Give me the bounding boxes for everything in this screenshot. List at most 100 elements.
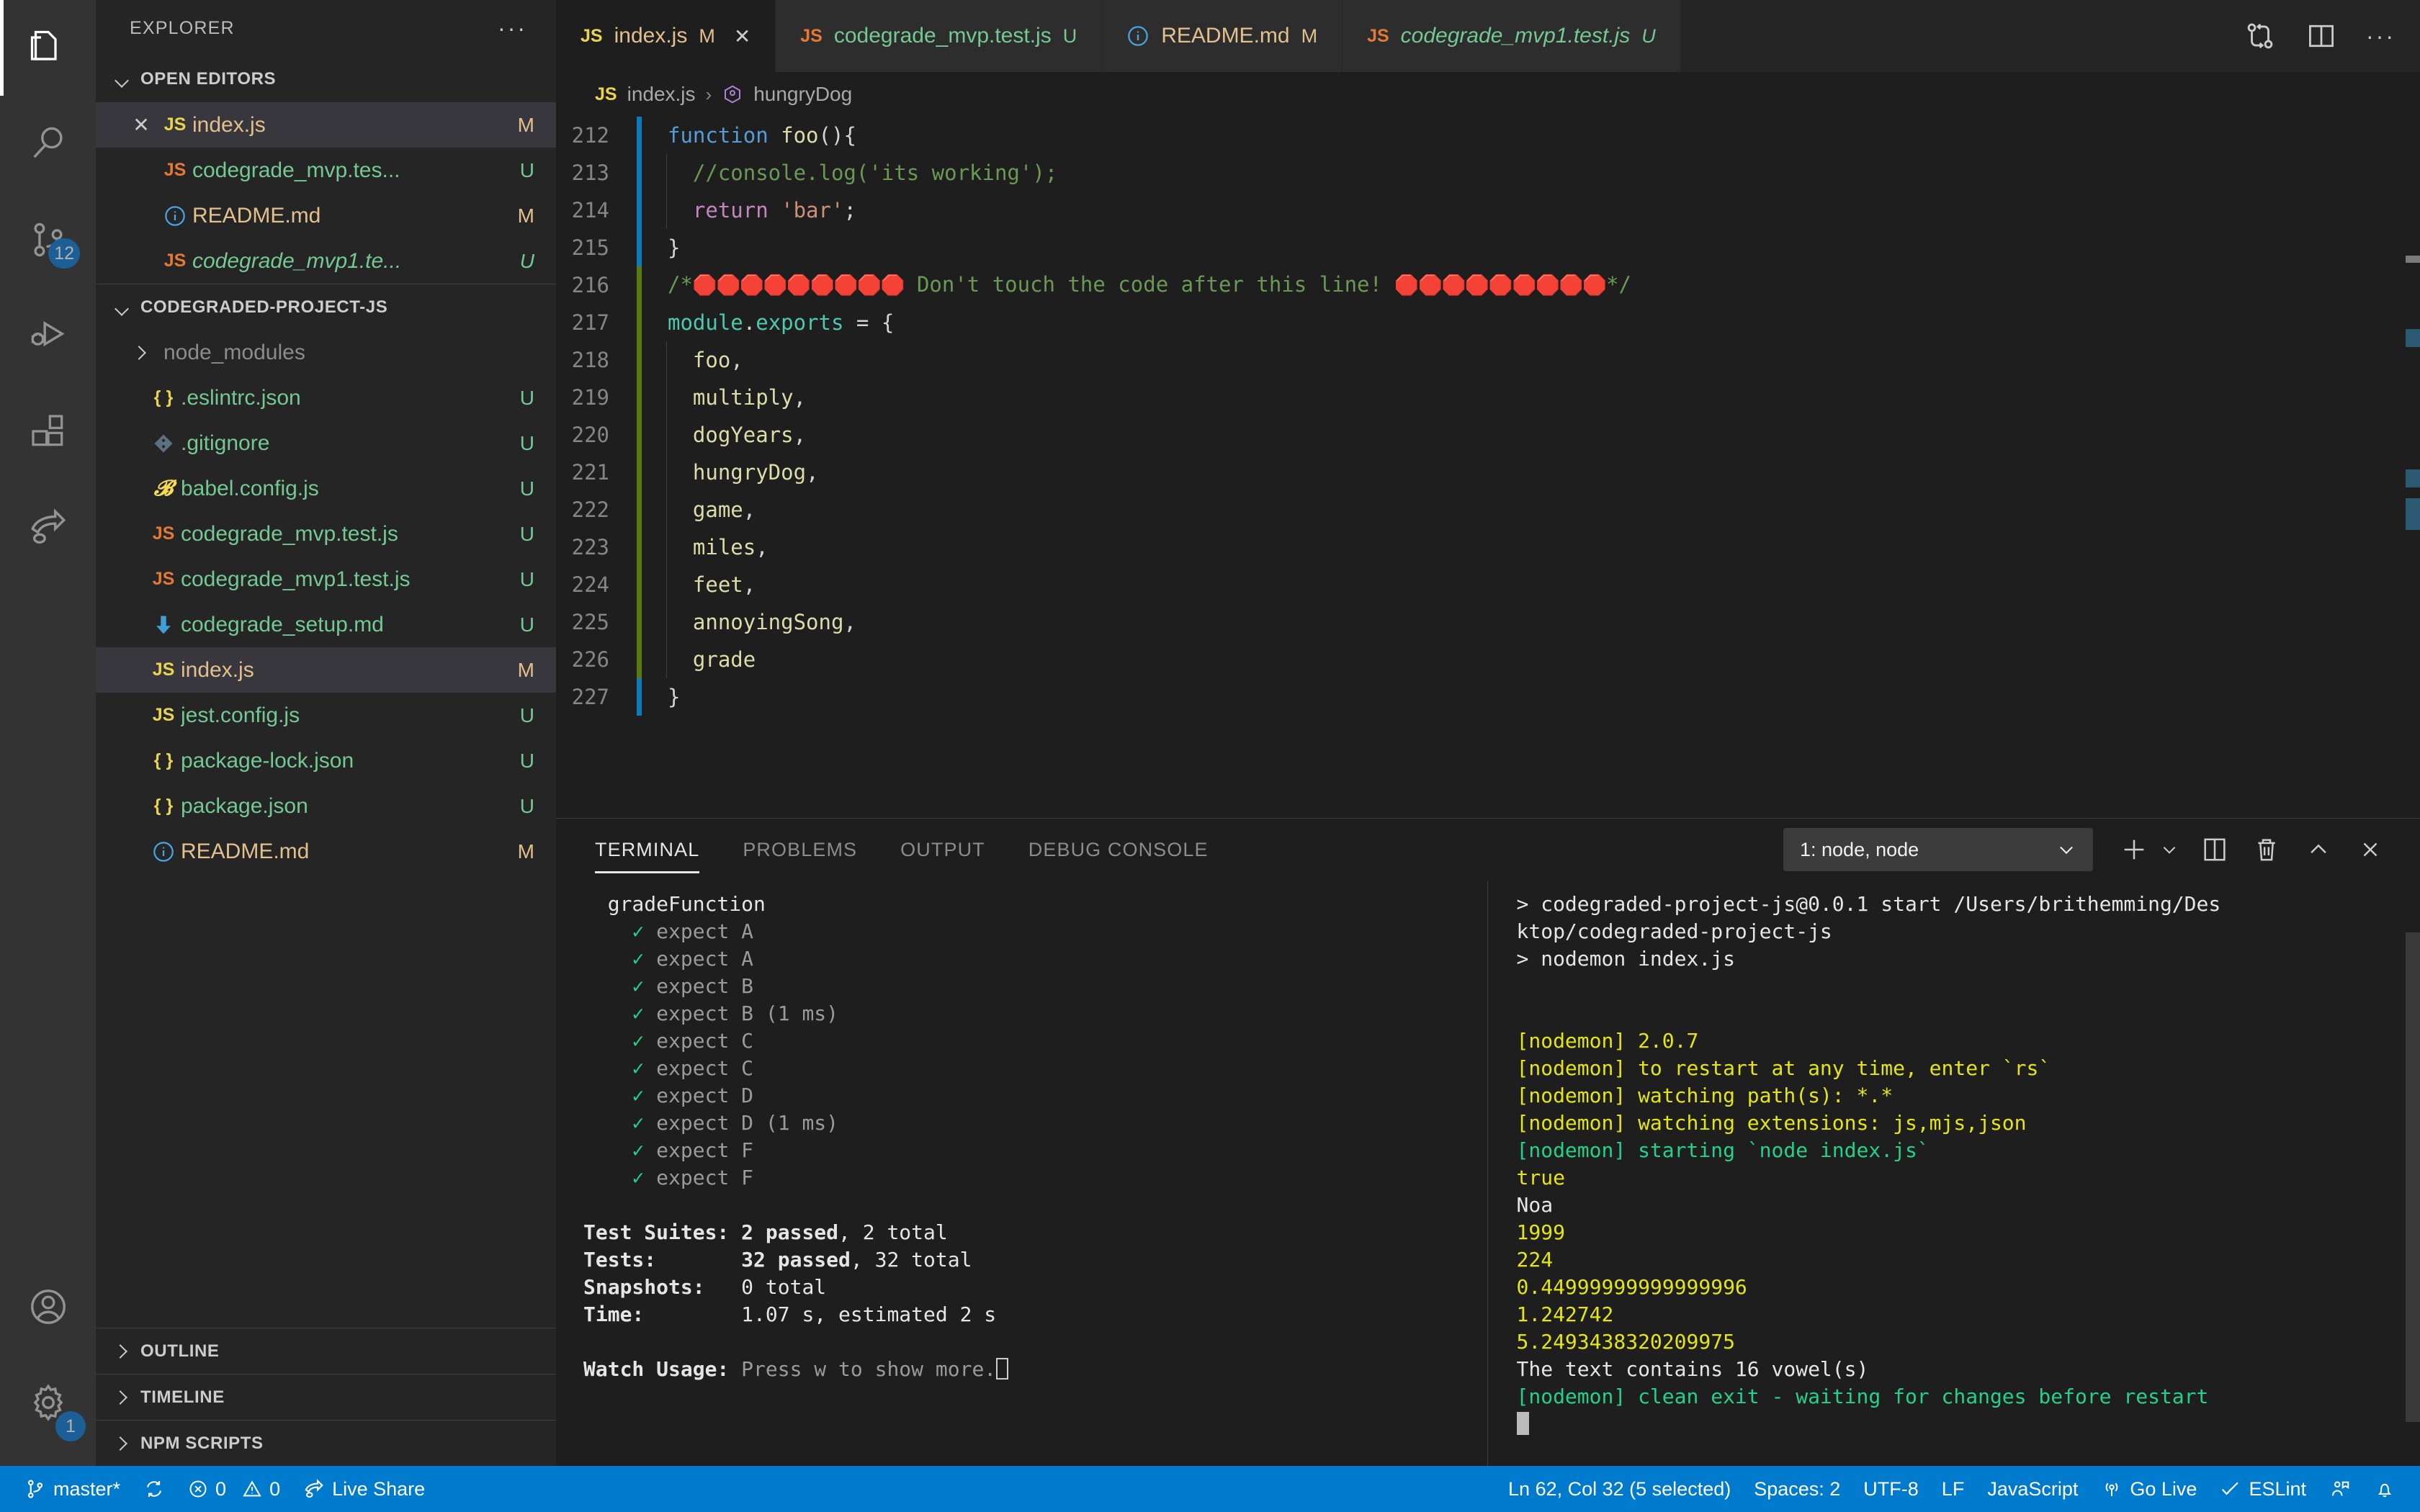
terminal-text: [nodemon] watching extensions: js,mjs,js… — [1517, 1111, 2027, 1135]
more-actions-icon[interactable]: ··· — [2366, 29, 2396, 43]
code-token: return — [693, 198, 781, 222]
section-npm-scripts[interactable]: NPM SCRIPTS — [96, 1420, 556, 1466]
code-line[interactable]: 226 grade — [556, 641, 2406, 678]
new-terminal-icon[interactable] — [2113, 829, 2155, 870]
terminal-text: expect B (1 ms) — [644, 1002, 838, 1025]
panel-tab-terminal[interactable]: TERMINAL — [595, 819, 699, 881]
status-notifications[interactable] — [2362, 1466, 2407, 1512]
status-branch[interactable]: master* — [13, 1466, 132, 1512]
tab-codegrade-mvp-test-js[interactable]: JS codegrade_mvp.test.js U — [776, 0, 1102, 72]
maximize-panel-icon[interactable] — [2298, 829, 2339, 870]
code-line[interactable]: 221 hungryDog, — [556, 454, 2406, 491]
ellipsis-icon[interactable]: ··· — [498, 21, 527, 35]
close-icon[interactable]: ✕ — [125, 113, 158, 137]
split-compare-icon[interactable] — [2244, 19, 2277, 53]
code-line[interactable]: 219 multiply, — [556, 379, 2406, 416]
terminal-text: gradeFunction — [583, 892, 766, 916]
code-line[interactable]: 215} — [556, 229, 2406, 266]
activity-explorer[interactable] — [0, 0, 96, 96]
code-line[interactable]: 220 dogYears, — [556, 416, 2406, 454]
terminal-line: ✓ expect C — [583, 1055, 1487, 1082]
panel-tab-debug-console[interactable]: DEBUG CONSOLE — [1028, 819, 1209, 881]
tree-row[interactable]: node_modules — [96, 330, 556, 375]
tree-row[interactable]: JS index.js M — [96, 647, 556, 693]
tree-row[interactable]: JS codegrade_mvp1.test.js U — [96, 557, 556, 602]
code-line[interactable]: 224 feet, — [556, 566, 2406, 603]
section-open-editors[interactable]: OPEN EDITORS — [96, 56, 556, 102]
close-panel-icon[interactable] — [2349, 829, 2391, 870]
activity-source-control[interactable]: 12 — [0, 192, 96, 287]
terminal-text: 2 passed — [741, 1220, 838, 1244]
terminal-text — [583, 1029, 632, 1053]
tree-row[interactable]: { } .eslintrc.json U — [96, 375, 556, 420]
tree-row[interactable]: { } package.json U — [96, 783, 556, 829]
activity-search[interactable] — [0, 96, 96, 192]
tree-row[interactable]: { } package-lock.json U — [96, 738, 556, 783]
open-editor-item[interactable]: README.md M — [96, 193, 556, 238]
close-icon[interactable]: ✕ — [734, 24, 750, 48]
code-line[interactable]: 223 miles, — [556, 528, 2406, 566]
status-indentation[interactable]: Spaces: 2 — [1742, 1466, 1852, 1512]
status-encoding[interactable]: UTF-8 — [1852, 1466, 1930, 1512]
panel-tab-output[interactable]: OUTPUT — [900, 819, 985, 881]
status-live-share[interactable]: Live Share — [292, 1466, 436, 1512]
status-sync[interactable] — [132, 1466, 176, 1512]
kill-terminal-icon[interactable] — [2246, 829, 2287, 870]
status-eol[interactable]: LF — [1930, 1466, 1976, 1512]
status-go-live[interactable]: Go Live — [2089, 1466, 2208, 1512]
status-cursor-position[interactable]: Ln 62, Col 32 (5 selected) — [1497, 1466, 1742, 1512]
terminal-line: gradeFunction — [583, 891, 1487, 918]
status-feedback[interactable] — [2318, 1466, 2362, 1512]
terminal-scrollbar-thumb[interactable] — [2406, 932, 2420, 1422]
open-editor-item[interactable]: JS codegrade_mvp.tes... U — [96, 148, 556, 193]
panel-tab-problems[interactable]: PROBLEMS — [743, 819, 857, 881]
activity-manage[interactable]: 1 — [0, 1354, 96, 1450]
code-line[interactable]: 212function foo(){ — [556, 117, 2406, 154]
status-problems[interactable]: 0 0 — [176, 1466, 292, 1512]
tab-index-js[interactable]: JS index.js M ✕ — [556, 0, 776, 72]
code-line[interactable]: 213 //console.log('its working'); — [556, 154, 2406, 192]
breadcrumb-symbol[interactable]: hungryDog — [753, 83, 852, 106]
code-line[interactable]: 217module.exports = { — [556, 304, 2406, 341]
tree-row[interactable]: .gitignore U — [96, 420, 556, 466]
code-line[interactable]: 227} — [556, 678, 2406, 716]
tree-row[interactable]: JS codegrade_mvp.test.js U — [96, 511, 556, 557]
section-timeline[interactable]: TIMELINE — [96, 1374, 556, 1420]
editor-overview-ruler[interactable] — [2406, 117, 2420, 818]
code-line[interactable]: 222 game, — [556, 491, 2406, 528]
tree-row[interactable]: README.md M — [96, 829, 556, 874]
code-editor[interactable]: 212function foo(){213 //console.log('its… — [556, 117, 2420, 818]
status-language-mode[interactable]: JavaScript — [1976, 1466, 2089, 1512]
open-editor-item[interactable]: JS codegrade_mvp1.te... U — [96, 238, 556, 284]
activity-run-debug[interactable] — [0, 287, 96, 383]
terminal-right[interactable]: > codegraded-project-js@0.0.1 start /Use… — [1487, 881, 2420, 1466]
tree-row[interactable]: JS jest.config.js U — [96, 693, 556, 738]
tab-readme-md[interactable]: README.md M — [1102, 0, 1343, 72]
code-line[interactable]: 225 annoyingSong, — [556, 603, 2406, 641]
terminal-select[interactable]: 1: node, node — [1783, 828, 2093, 871]
new-terminal-dropdown-icon[interactable] — [2155, 829, 2184, 870]
split-terminal-icon[interactable] — [2194, 829, 2236, 870]
section-outline[interactable]: OUTLINE — [96, 1328, 556, 1374]
open-editor-item[interactable]: ✕ JS index.js M — [96, 102, 556, 148]
activity-live-share[interactable] — [0, 479, 96, 575]
terminal-left[interactable]: gradeFunction ✓ expect A ✓ expect A ✓ ex… — [556, 881, 1487, 1466]
section-project[interactable]: CODEGRADED-PROJECT-JS — [96, 284, 556, 330]
code-token: 'bar' — [781, 198, 843, 222]
code-line[interactable]: 214 return 'bar'; — [556, 192, 2406, 229]
line-number: 227 — [556, 678, 637, 716]
tree-row[interactable]: 𝓑 babel.config.js U — [96, 466, 556, 511]
activity-accounts[interactable] — [0, 1259, 96, 1354]
code-viewport[interactable]: 212function foo(){213 //console.log('its… — [556, 117, 2406, 818]
code-line[interactable]: 218 foo, — [556, 341, 2406, 379]
file-label: codegrade_mvp.test.js — [181, 522, 510, 546]
status-eslint[interactable]: ESLint — [2208, 1466, 2318, 1512]
tab-codegrade-mvp1-test-js[interactable]: JS codegrade_mvp1.test.js U — [1343, 0, 1681, 72]
breadcrumb-file[interactable]: index.js — [627, 83, 696, 106]
tree-row[interactable]: codegrade_setup.md U — [96, 602, 556, 647]
code-line[interactable]: 216/*🛑🛑🛑🛑🛑🛑🛑🛑🛑 Don't touch the code afte… — [556, 266, 2406, 304]
activity-extensions[interactable] — [0, 383, 96, 479]
terminal-text: expect C — [644, 1029, 753, 1053]
split-editor-icon[interactable] — [2305, 20, 2337, 52]
terminal-scrollbar[interactable] — [2406, 881, 2420, 1466]
